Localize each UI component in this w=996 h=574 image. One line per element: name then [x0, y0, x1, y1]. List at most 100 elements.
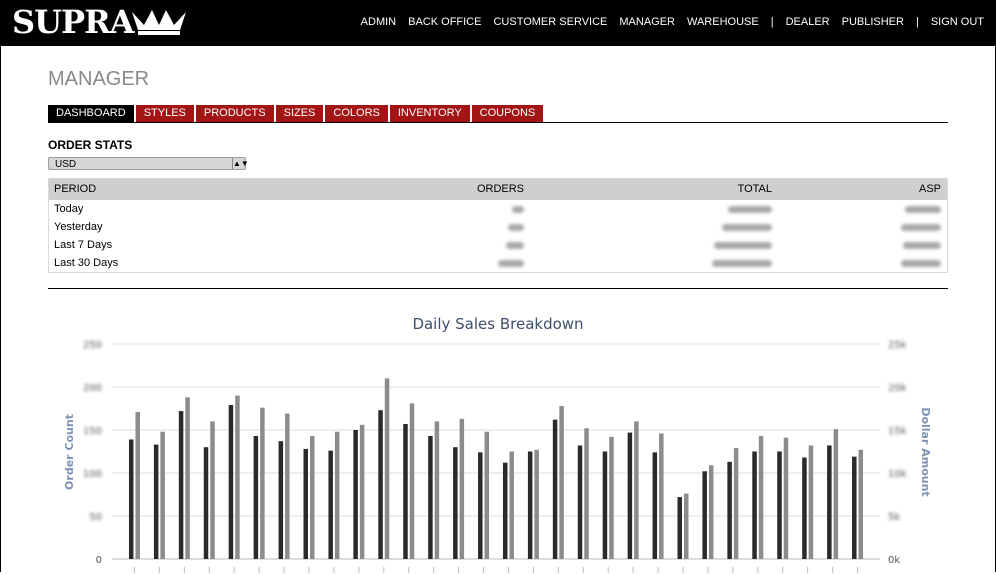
select-arrows-icon: ▲▼ [232, 158, 249, 169]
order-count-bar [502, 462, 508, 559]
dollar-amount-bar [334, 431, 340, 559]
order-count-bar [328, 450, 333, 559]
order-stats-heading: ORDER STATS [48, 138, 133, 152]
nav-separator: | [915, 16, 919, 28]
daily-sales-chart: Daily Sales Breakdown Order Count Dollar… [63, 315, 932, 573]
dollar-amount-bar [434, 421, 440, 559]
y-tick-label: 100 [83, 469, 102, 480]
table-header: PERIOD ORDERS TOTAL ASP [49, 179, 947, 200]
order-count-bar [428, 436, 433, 559]
dollar-amount-bar [310, 436, 315, 559]
order-count-bar [777, 451, 782, 559]
tab-inventory[interactable]: INVENTORY [389, 105, 470, 122]
table-row: Yesterday [49, 218, 947, 236]
dollar-amount-bar [833, 429, 839, 559]
y-tick-label: 150 [83, 426, 102, 437]
table-row: Last 30 Days [49, 254, 947, 272]
dollar-amount-bar [484, 431, 490, 559]
nav-admin[interactable]: ADMIN [361, 16, 396, 28]
dollar-amount-bar [359, 424, 365, 559]
dollar-amount-bar [684, 493, 689, 559]
order-count-bar [278, 441, 284, 559]
redacted-total [524, 200, 772, 218]
currency-select[interactable]: USD ▲▼ [48, 157, 249, 170]
dollar-amount-bar [783, 437, 789, 559]
redacted-asp [772, 200, 945, 218]
nav-manager[interactable]: MANAGER [619, 16, 675, 28]
dollar-amount-bar [384, 378, 390, 559]
y-tick-label: 50 [89, 512, 102, 523]
period-cell: Last 30 Days [54, 257, 119, 269]
nav-sign-out[interactable]: SIGN OUT [931, 16, 984, 28]
col-total: TOTAL [737, 183, 772, 195]
dollar-amount-bar [260, 407, 265, 559]
col-period: PERIOD [54, 183, 97, 195]
dollar-amount-bar [808, 445, 814, 559]
top-bar: SUPRA ADMIN BACK OFFICE CUSTOMER SERVICE… [0, 0, 996, 46]
tab-colors[interactable]: COLORS [325, 105, 388, 122]
dollar-amount-bar [185, 397, 190, 559]
period-cell: Last 7 Days [54, 239, 113, 251]
redacted-total [524, 218, 772, 236]
y2-tick-label: 25k [888, 340, 907, 351]
redacted-orders [349, 200, 524, 218]
nav-dealer[interactable]: DEALER [786, 16, 830, 28]
tab-products[interactable]: PRODUCTS [195, 105, 274, 122]
dollar-amount-bar [409, 403, 415, 559]
order-count-bar [727, 461, 732, 559]
chart-title: Daily Sales Breakdown [412, 315, 583, 333]
dollar-amount-bar [659, 433, 664, 559]
tab-sizes[interactable]: SIZES [275, 105, 324, 122]
order-count-bar [652, 452, 658, 559]
nav-publisher[interactable]: PUBLISHER [842, 16, 904, 28]
dollar-amount-bar [160, 431, 165, 559]
order-count-bar [403, 423, 408, 559]
redacted-orders [349, 218, 524, 236]
dollar-amount-bar [634, 421, 639, 559]
table-row: Last 7 Days [49, 236, 947, 254]
y2-tick-label: 5k [888, 512, 900, 523]
chart-bars [128, 378, 864, 559]
dollar-amount-bar [609, 436, 614, 559]
y-tick-label: 200 [83, 383, 102, 394]
redacted-orders [349, 254, 524, 272]
dollar-amount-bar [210, 421, 215, 559]
nav-back-office[interactable]: BACK OFFICE [408, 16, 481, 28]
order-count-bar [677, 497, 682, 559]
redacted-asp [772, 236, 945, 254]
tab-bar: DASHBOARD STYLES PRODUCTS SIZES COLORS I… [48, 105, 545, 122]
tab-styles[interactable]: STYLES [135, 105, 194, 122]
order-count-bar [303, 448, 308, 559]
dollar-amount-bar [559, 405, 564, 559]
y2-tick-label: 10k [888, 469, 907, 480]
order-count-bar [577, 445, 583, 559]
order-count-bar [627, 432, 633, 559]
dollar-amount-bar [135, 411, 140, 559]
order-stats-table: PERIOD ORDERS TOTAL ASP Today Yesterday … [48, 178, 948, 273]
order-count-bar [852, 456, 857, 559]
order-count-bar [602, 451, 608, 559]
order-count-bar [552, 419, 558, 559]
tab-dashboard[interactable]: DASHBOARD [48, 105, 134, 122]
dollar-amount-bar [285, 413, 290, 559]
col-asp: ASP [918, 183, 941, 195]
redacted-asp [772, 254, 945, 272]
dollar-amount-bar [509, 451, 514, 559]
order-count-bar [378, 410, 383, 559]
chart-x-ticks [133, 567, 859, 573]
dollar-amount-bar [758, 436, 764, 559]
supra-logo[interactable]: SUPRA [12, 5, 134, 39]
table-row: Today [49, 200, 947, 218]
dollar-amount-bar [235, 395, 240, 559]
page-title: MANAGER [48, 68, 150, 90]
crown-logo-icon [132, 10, 186, 35]
nav-customer-service[interactable]: CUSTOMER SERVICE [493, 16, 607, 28]
tab-coupons[interactable]: COUPONS [471, 105, 544, 122]
order-count-bar [353, 430, 358, 559]
nav-warehouse[interactable]: WAREHOUSE [687, 16, 759, 28]
col-orders: ORDERS [476, 183, 524, 195]
y2-tick-label: 0k [888, 555, 900, 566]
top-nav: ADMIN BACK OFFICE CUSTOMER SERVICE MANAG… [349, 16, 984, 28]
order-count-bar [752, 451, 757, 559]
order-count-bar [453, 447, 458, 559]
